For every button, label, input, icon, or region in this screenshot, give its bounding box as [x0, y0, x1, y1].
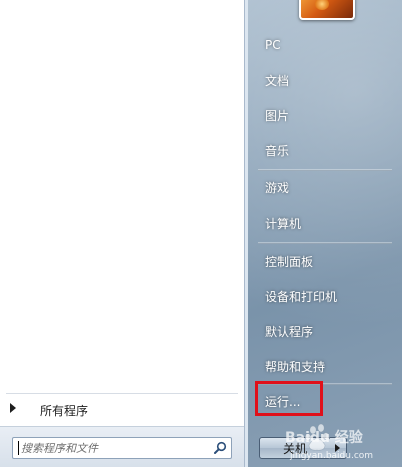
separator [258, 242, 392, 244]
search-area [0, 426, 244, 467]
search-icon[interactable] [213, 441, 227, 455]
menu-item-label: 游戏 [265, 180, 290, 195]
menu-item-control-panel[interactable]: 控制面板 [252, 246, 398, 276]
menu-item-label: 帮助和支持 [265, 359, 326, 374]
arrow-right-icon [10, 403, 16, 413]
menu-item-computer[interactable]: 计算机 [252, 208, 398, 238]
all-programs-button[interactable]: 所有程序 [0, 397, 244, 423]
search-box[interactable] [12, 437, 232, 459]
menu-item-label: 控制面板 [265, 254, 314, 269]
menu-item-label: 计算机 [265, 216, 302, 231]
menu-item-games[interactable]: 游戏 [252, 172, 398, 202]
menu-item-pc[interactable]: PC [252, 30, 398, 60]
start-menu: 所有程序 PC 文档 图片 音乐 [0, 0, 402, 467]
separator [258, 169, 392, 171]
menu-item-pictures[interactable]: 图片 [252, 100, 398, 130]
menu-item-label: 默认程序 [265, 324, 314, 339]
menu-item-label: 图片 [265, 108, 290, 123]
search-input[interactable] [17, 439, 207, 457]
menu-item-label: PC [265, 38, 281, 52]
divider [6, 393, 238, 394]
watermark-url: jingyan.baidu.com [290, 451, 374, 461]
menu-item-music[interactable]: 音乐 [252, 135, 398, 165]
programs-pane: 所有程序 [0, 0, 245, 467]
menu-item-help-support[interactable]: 帮助和支持 [252, 351, 398, 381]
user-picture[interactable] [299, 0, 355, 20]
all-programs-label: 所有程序 [40, 404, 89, 418]
menu-item-label: 音乐 [265, 143, 290, 158]
menu-item-label: 设备和打印机 [265, 289, 338, 304]
highlight-annotation [255, 381, 323, 416]
menu-item-label: 文档 [265, 73, 290, 88]
menu-item-documents[interactable]: 文档 [252, 65, 398, 95]
menu-item-default-programs[interactable]: 默认程序 [252, 316, 398, 346]
menu-item-devices-printers[interactable]: 设备和打印机 [252, 281, 398, 311]
